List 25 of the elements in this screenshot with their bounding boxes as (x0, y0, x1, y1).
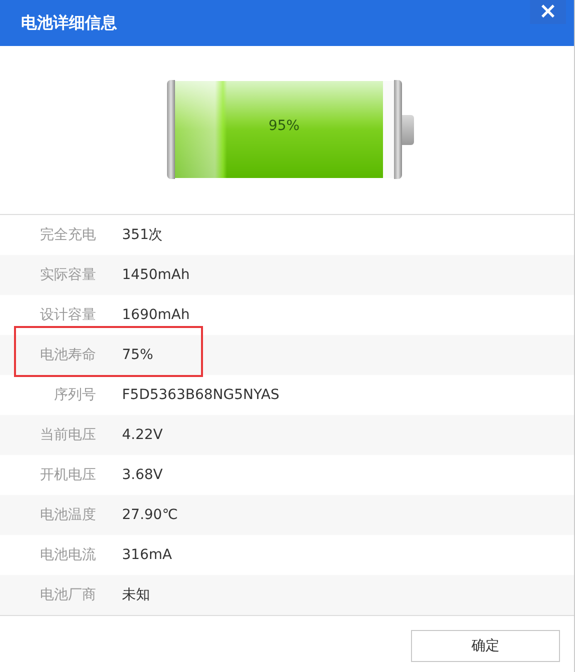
field-value: 351次 (122, 226, 163, 244)
ok-button[interactable]: 确定 (411, 630, 560, 662)
field-label: 实际容量 (39, 266, 96, 284)
field-label: 设计容量 (39, 306, 96, 324)
field-label: 电池电流 (39, 546, 96, 564)
field-label: 完全充电 (39, 226, 96, 244)
field-label: 电池厂商 (39, 586, 96, 604)
field-value: 4.22V (122, 427, 163, 443)
field-value: F5D5363B68NG5NYAS (122, 387, 280, 403)
field-label: 当前电压 (39, 426, 96, 444)
field-value: 1690mAh (122, 307, 190, 323)
field-label: 电池寿命 (39, 346, 96, 364)
window-title: 电池详细信息 (21, 13, 117, 34)
field-value: 1450mAh (122, 267, 190, 283)
field-value: 27.90℃ (122, 507, 178, 523)
field-value: 316mA (122, 547, 172, 563)
field-label: 电池温度 (39, 506, 96, 524)
field-value: 未知 (122, 586, 150, 604)
field-value: 75% (122, 347, 154, 363)
battery-terminal (402, 114, 414, 144)
close-button[interactable]: × (530, 0, 566, 24)
charge-percentage: 95% (267, 118, 301, 134)
field-value: 3.68V (122, 467, 163, 483)
field-label: 开机电压 (39, 466, 96, 484)
field-label: 序列号 (53, 386, 96, 404)
